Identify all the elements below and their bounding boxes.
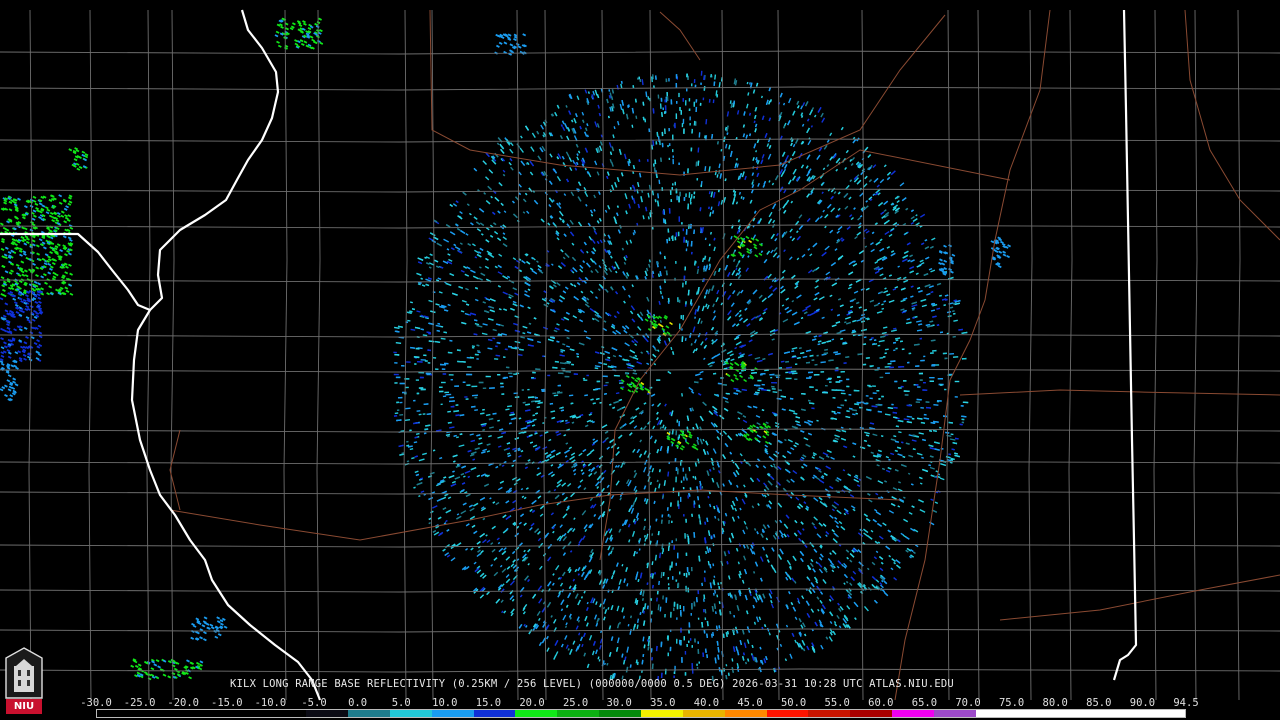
map-background: [0, 0, 1280, 720]
scale-label: 30.0: [606, 697, 632, 709]
scale-swatch: [975, 710, 1018, 717]
scale-label: 94.5: [1173, 697, 1199, 709]
scale-label: 70.0: [955, 697, 981, 709]
color-scale-labels: -30.0 -25.0 -20.0 -15.0 -10.0 -5.0 0.0 5.0 10.0 1…: [80, 697, 1198, 709]
color-scale-bar: [96, 709, 1186, 718]
scale-swatch: [473, 710, 516, 717]
scale-swatch: [389, 710, 432, 717]
scale-label: 45.0: [737, 697, 763, 709]
scale-swatch: [933, 710, 976, 717]
scale-swatch: [850, 710, 893, 717]
scale-label: 15.0: [475, 697, 502, 709]
scale-swatch: [1059, 710, 1102, 717]
scale-swatch: [1101, 710, 1144, 717]
scale-swatch: [222, 710, 265, 717]
scale-label: 50.0: [780, 697, 807, 709]
scale-swatch: [138, 710, 181, 717]
niu-logo-text: NIU: [13, 701, 35, 712]
scale-swatch: [557, 710, 600, 717]
scale-label: 20.0: [519, 697, 545, 709]
scale-label: 85.0: [1086, 697, 1112, 709]
scale-swatch: [766, 710, 809, 717]
scale-label: 35.0: [650, 697, 676, 709]
scale-label: -5.0: [301, 697, 327, 709]
scale-label: -10.0: [254, 697, 287, 709]
scale-label: 0.0: [348, 697, 368, 709]
niu-logo: NIU: [2, 646, 46, 716]
scale-swatch: [180, 710, 223, 717]
scale-swatch: [640, 710, 683, 717]
scale-swatch: [808, 710, 851, 717]
scale-swatch: [97, 710, 139, 717]
scale-label: 75.0: [998, 697, 1025, 709]
scale-label: 55.0: [824, 697, 850, 709]
scale-swatch: [1143, 710, 1185, 717]
product-caption: KILX LONG RANGE BASE REFLECTIVITY (0.25K…: [230, 678, 954, 690]
scale-swatch: [431, 710, 474, 717]
scale-swatch: [306, 710, 349, 717]
scale-label: 40.0: [693, 697, 720, 709]
scale-label: 65.0: [911, 697, 938, 709]
scale-swatch: [1017, 710, 1060, 717]
scale-label: 60.0: [868, 697, 894, 709]
scale-swatch: [515, 710, 558, 717]
scale-swatch: [348, 710, 390, 717]
scale-label: -20.0: [167, 697, 199, 709]
scale-label: 5.0: [391, 697, 411, 709]
scale-label: -25.0: [123, 697, 156, 709]
radar-map: [0, 0, 1280, 720]
scale-swatch: [682, 710, 725, 717]
scale-label: 90.0: [1129, 697, 1156, 709]
scale-swatch: [724, 710, 767, 717]
scale-swatch: [892, 710, 934, 717]
scale-label: 10.0: [432, 697, 458, 709]
scale-label: -15.0: [210, 697, 243, 709]
scale-swatch: [599, 710, 641, 717]
scale-swatch: [264, 710, 307, 717]
scale-label: 25.0: [562, 697, 589, 709]
scale-label: -30.0: [80, 697, 112, 709]
scale-label: 80.0: [1042, 697, 1068, 709]
